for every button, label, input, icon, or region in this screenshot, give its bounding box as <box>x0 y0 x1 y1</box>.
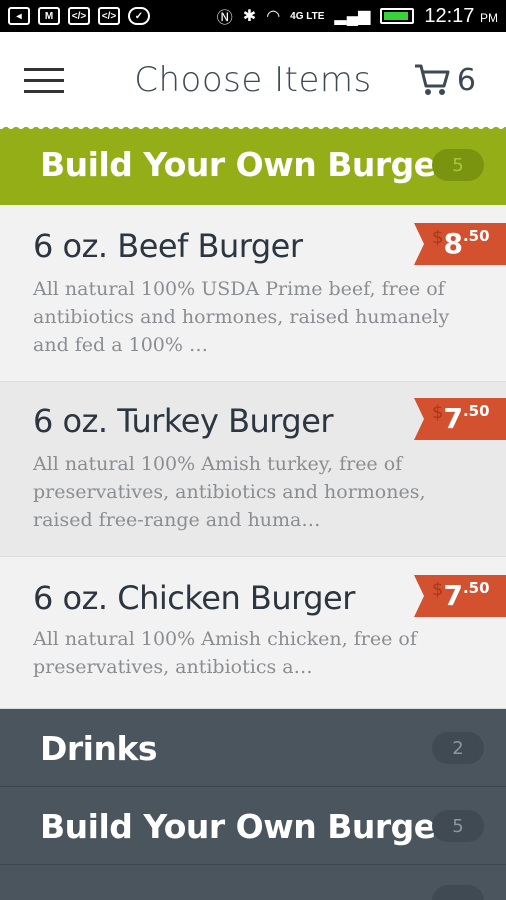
battery-icon <box>380 8 415 24</box>
item-name: 6 oz. Turkey Burger <box>33 402 334 440</box>
item-description: All natural 100% Amish turkey, free of p… <box>33 453 426 531</box>
category-count-badge <box>432 885 484 900</box>
app-header: Choose Items 6 <box>0 32 506 127</box>
signal-icon: ▂▄▆ <box>334 8 371 25</box>
menu-item[interactable]: 6 oz. Chicken Burger $7.50 All natural 1… <box>0 557 506 709</box>
status-bar: ◂ M </> </> ✓ Ⓝ ✱ ◠ 4G LTE ▂▄▆ 12:17 PM <box>0 0 506 32</box>
item-description: All natural 100% USDA Prime beef, free o… <box>33 278 450 356</box>
item-description: All natural 100% Amish chicken, free of … <box>33 628 417 678</box>
wifi-icon: ◠ <box>266 8 281 25</box>
category-title: Build Your Own Burger <box>40 807 452 846</box>
nfc-icon: Ⓝ <box>216 10 233 27</box>
cart-icon <box>414 64 450 95</box>
category-title: Drinks <box>40 729 158 768</box>
code-notification-icon-2: </> <box>98 7 120 25</box>
gmail-icon: M <box>38 7 60 25</box>
category-drinks[interactable]: Drinks 2 <box>0 709 506 787</box>
item-name: 6 oz. Chicken Burger <box>33 579 355 617</box>
price-tag: $7.50 <box>414 575 506 617</box>
category-count-badge: 2 <box>432 732 484 764</box>
cart-button[interactable]: 6 <box>413 62 476 98</box>
menu-item[interactable]: 6 oz. Turkey Burger $7.50 All natural 10… <box>0 382 506 557</box>
category-title: Build Your Own Burger <box>40 145 452 184</box>
category-count-badge: 5 <box>432 810 484 842</box>
category-build-your-own-burger[interactable]: Build Your Own Burger 5 <box>0 787 506 865</box>
network-type: 4G LTE <box>290 10 325 22</box>
wavy-edge <box>0 121 506 129</box>
cart-count: 6 <box>456 62 476 98</box>
clock: 12:17 PM <box>424 4 498 27</box>
bluetooth-icon: ✱ <box>242 8 257 25</box>
category-count-badge: 5 <box>432 149 484 181</box>
price-tag: $7.50 <box>414 398 506 440</box>
category-partial[interactable] <box>0 865 506 900</box>
code-notification-icon: </> <box>68 7 90 25</box>
category-header-active[interactable]: Build Your Own Burger 5 <box>0 121 506 205</box>
menu-item[interactable]: 6 oz. Beef Burger $8.50 All natural 100%… <box>0 205 506 382</box>
item-name: 6 oz. Beef Burger <box>33 227 303 265</box>
chat-icon: ✓ <box>128 7 150 25</box>
price-tag: $8.50 <box>414 223 506 265</box>
back-notification-icon: ◂ <box>8 7 30 25</box>
